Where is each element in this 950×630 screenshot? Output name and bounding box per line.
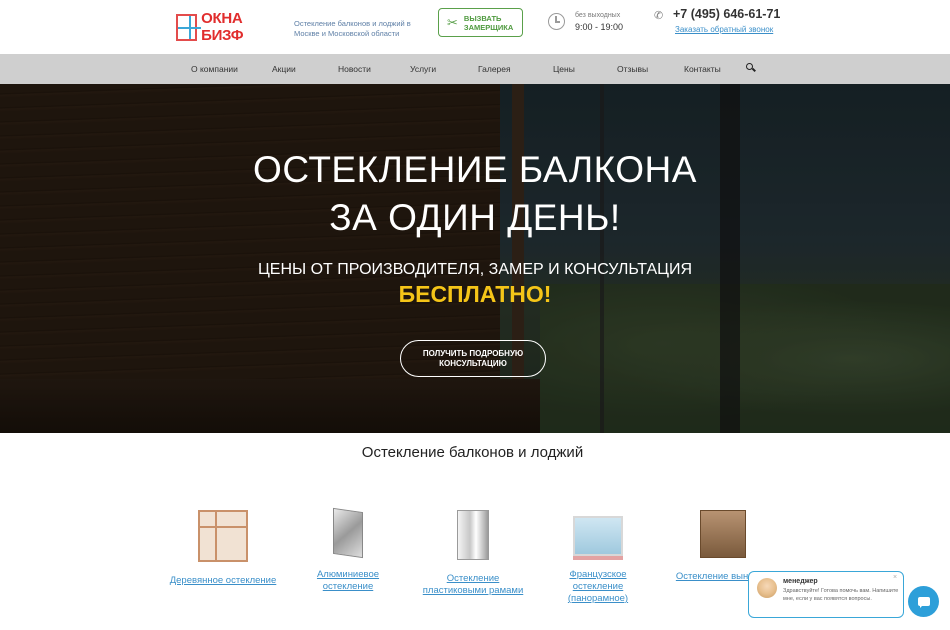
- nav-item-contacts[interactable]: Контакты: [684, 54, 721, 84]
- nav-item-news[interactable]: Новости: [338, 54, 371, 84]
- hero-title-line2: ЗА ОДИН ДЕНЬ!: [329, 197, 621, 238]
- aluminum-profile-icon: [333, 507, 363, 559]
- chat-manager-name: менеджер: [783, 578, 818, 585]
- logo[interactable]: ОКНА БИЗФ: [176, 10, 266, 44]
- logo-text: ОКНА БИЗФ: [201, 10, 244, 44]
- hero-free-label: БЕСПЛАТНО!: [398, 281, 552, 307]
- window-logo-icon: [176, 13, 202, 41]
- page: ОКНА БИЗФ Остекление балконов и лоджий в…: [0, 0, 950, 630]
- product-link[interactable]: Остекление пластиковыми рамами: [418, 573, 528, 597]
- phone-number[interactable]: +7 (495) 646-61-71: [673, 7, 780, 21]
- call-measurer-label: ВЫЗВАТЬ ЗАМЕРЩИКА: [463, 13, 514, 32]
- product-card-aluminum[interactable]: Алюминиевое остекление: [293, 507, 403, 593]
- search-icon[interactable]: [746, 63, 756, 73]
- french-balcony-icon: [573, 516, 623, 556]
- hero-title: ОСТЕКЛЕНИЕ БАЛКОНА ЗА ОДИН ДЕНЬ!: [0, 146, 950, 242]
- tagline: Остекление балконов и лоджий в Москве и …: [294, 19, 411, 38]
- product-link[interactable]: Деревянное остекление: [168, 575, 278, 587]
- nav-item-prices[interactable]: Цены: [553, 54, 575, 84]
- clock-icon: [548, 13, 565, 30]
- extended-balcony-icon: [700, 510, 746, 558]
- phone-icon: ✆: [654, 10, 664, 22]
- nav-item-about[interactable]: О компании: [191, 54, 238, 84]
- avatar: [757, 578, 777, 598]
- tools-icon: ✂: [447, 14, 458, 30]
- chat-icon: [917, 597, 930, 608]
- nav-item-promotions[interactable]: Акции: [272, 54, 296, 84]
- nav-item-reviews[interactable]: Отзывы: [617, 54, 648, 84]
- consultation-button[interactable]: ПОЛУЧИТЬ ПОДРОБНУЮ КОНСУЛЬТАЦИЮ: [400, 340, 546, 377]
- callback-link[interactable]: Заказать обратный звонок: [675, 25, 773, 34]
- product-card-wooden[interactable]: Деревянное остекление: [168, 510, 278, 587]
- product-link[interactable]: Французское остекление (панорамное): [543, 569, 653, 605]
- wooden-window-icon: [198, 510, 248, 562]
- chat-message: Здравствуйте! Готова помочь вам. Напишит…: [783, 588, 899, 602]
- section-title: Остекление балконов и лоджий: [361, 444, 584, 461]
- hero-overlay: [0, 84, 950, 433]
- nav-item-services[interactable]: Услуги: [410, 54, 436, 84]
- main-nav: О компании Акции Новости Услуги Галерея …: [0, 54, 950, 84]
- product-card-french[interactable]: Французское остекление (панорамное): [543, 510, 653, 605]
- chat-popup[interactable]: менеджер Здравствуйте! Готова помочь вам…: [748, 571, 904, 618]
- hero-title-line1: ОСТЕКЛЕНИЕ БАЛКОНА: [253, 149, 697, 190]
- hours-label: без выходных: [575, 12, 621, 19]
- hours-value: 9:00 - 19:00: [575, 22, 624, 32]
- product-link[interactable]: Алюминиевое остекление: [293, 569, 403, 593]
- product-card-pvc[interactable]: Остекление пластиковыми рамами: [418, 510, 528, 597]
- call-measurer-button[interactable]: ✂ ВЫЗВАТЬ ЗАМЕРЩИКА: [438, 8, 523, 37]
- pvc-profile-icon: [457, 510, 489, 560]
- close-icon[interactable]: ×: [893, 574, 897, 581]
- hero-banner: ОСТЕКЛЕНИЕ БАЛКОНА ЗА ОДИН ДЕНЬ! ЦЕНЫ ОТ…: [0, 84, 950, 433]
- chat-button[interactable]: [908, 586, 939, 617]
- hero-subtitle: ЦЕНЫ ОТ ПРОИЗВОДИТЕЛЯ, ЗАМЕР И КОНСУЛЬТА…: [257, 261, 693, 278]
- header: ОКНА БИЗФ Остекление балконов и лоджий в…: [0, 0, 950, 54]
- nav-item-gallery[interactable]: Галерея: [478, 54, 511, 84]
